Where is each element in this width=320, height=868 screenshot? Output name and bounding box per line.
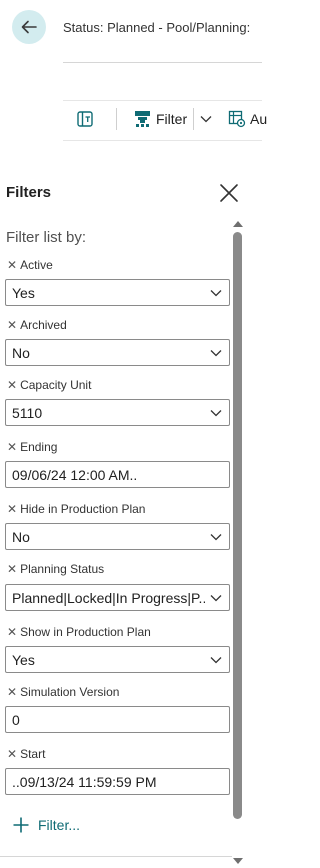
filter-button[interactable]: Filter bbox=[134, 108, 187, 130]
filter-value: 09/06/24 12:00 AM.. bbox=[12, 466, 138, 483]
filter-value: No bbox=[12, 528, 30, 545]
action-bar-bottom-divider bbox=[63, 140, 262, 141]
filter-capacity-unit-select[interactable]: 5110 bbox=[5, 399, 230, 426]
scroll-down-button[interactable] bbox=[232, 853, 244, 868]
remove-icon: ✕ bbox=[7, 625, 18, 639]
header-divider bbox=[63, 62, 262, 63]
filter-button-label: Filter bbox=[156, 111, 188, 127]
chevron-down-icon bbox=[210, 409, 222, 416]
filter-value: 0 bbox=[12, 711, 20, 728]
close-icon bbox=[220, 184, 238, 202]
filter-start-input[interactable]: ..09/13/24 11:59:59 PM bbox=[5, 768, 230, 795]
remove-filter-simulation-version[interactable]: ✕ Simulation Version bbox=[7, 685, 119, 699]
filter-value: Yes bbox=[12, 284, 35, 301]
filter-ending-input[interactable]: 09/06/24 12:00 AM.. bbox=[5, 461, 230, 488]
remove-filter-active[interactable]: ✕ Active bbox=[7, 258, 53, 272]
filter-active-select[interactable]: Yes bbox=[5, 279, 230, 306]
filter-value: ..09/13/24 11:59:59 PM bbox=[12, 773, 157, 790]
show-filter-pane-icon[interactable] bbox=[76, 110, 94, 133]
action-bar-separator bbox=[193, 108, 194, 130]
filter-label: Capacity Unit bbox=[20, 378, 92, 392]
chevron-down-icon bbox=[210, 594, 222, 601]
filter-value: Planned|Locked|In Progress|P... bbox=[12, 589, 205, 606]
action-bar-top-divider bbox=[63, 100, 262, 101]
filter-label: Active bbox=[20, 258, 53, 272]
filter-archived-select[interactable]: No bbox=[5, 339, 230, 366]
filter-simulation-version-input[interactable]: 0 bbox=[5, 706, 230, 733]
filter-pane-bottom-divider bbox=[0, 856, 232, 857]
remove-icon: ✕ bbox=[7, 562, 18, 576]
filter-label: Hide in Production Plan bbox=[20, 502, 146, 516]
filter-icon bbox=[135, 111, 150, 127]
remove-filter-planning-status[interactable]: ✕ Planning Status bbox=[7, 562, 104, 576]
remove-icon: ✕ bbox=[7, 502, 18, 516]
table-settings-icon bbox=[228, 110, 246, 128]
filter-label: Archived bbox=[20, 318, 67, 332]
filter-hide-in-production-plan-select[interactable]: No bbox=[5, 523, 230, 550]
remove-icon: ✕ bbox=[7, 685, 18, 699]
filter-pane-title: Filters bbox=[6, 184, 52, 201]
add-filter-label: Filter... bbox=[38, 817, 81, 833]
remove-icon: ✕ bbox=[7, 440, 18, 454]
filter-value: No bbox=[12, 344, 30, 361]
filter-list-by-heading: Filter list by: bbox=[6, 229, 87, 246]
remove-filter-start[interactable]: ✕ Start bbox=[7, 747, 45, 761]
filter-options-dropdown[interactable] bbox=[199, 112, 213, 131]
add-filter-button[interactable]: Filter... bbox=[12, 816, 80, 834]
remove-icon: ✕ bbox=[7, 258, 18, 272]
remove-filter-ending[interactable]: ✕ Ending bbox=[7, 440, 57, 454]
chevron-down-icon bbox=[210, 349, 222, 356]
filter-label: Start bbox=[20, 747, 46, 761]
chevron-down-icon bbox=[210, 656, 222, 663]
filter-planning-status-select[interactable]: Planned|Locked|In Progress|P... bbox=[5, 584, 230, 611]
page-title: Status: Planned - Pool/Planning: bbox=[63, 20, 251, 35]
triangle-up-icon bbox=[233, 221, 243, 227]
filter-value: Yes bbox=[12, 651, 35, 668]
filter-show-in-production-plan-select[interactable]: Yes bbox=[5, 646, 230, 673]
filter-label: Planning Status bbox=[20, 562, 105, 576]
remove-filter-show-in-production-plan[interactable]: ✕ Show in Production Plan bbox=[7, 625, 151, 639]
filter-value: 5110 bbox=[12, 404, 43, 421]
filter-label: Simulation Version bbox=[20, 685, 120, 699]
remove-icon: ✕ bbox=[7, 318, 18, 332]
chevron-down-icon bbox=[210, 289, 222, 296]
filter-label: Ending bbox=[20, 440, 58, 454]
remove-filter-capacity-unit[interactable]: ✕ Capacity Unit bbox=[7, 378, 91, 392]
back-button[interactable] bbox=[12, 10, 46, 44]
auto-action-label: Au bbox=[250, 111, 268, 127]
remove-filter-hide-in-production-plan[interactable]: ✕ Hide in Production Plan bbox=[7, 502, 145, 516]
chevron-down-icon bbox=[200, 116, 212, 123]
remove-filter-archived[interactable]: ✕ Archived bbox=[7, 318, 67, 332]
chevron-down-icon bbox=[210, 533, 222, 540]
auto-action-button[interactable]: Au bbox=[228, 108, 267, 130]
plus-icon bbox=[13, 817, 29, 833]
close-filter-pane-button[interactable] bbox=[219, 183, 239, 208]
scrollbar-thumb[interactable] bbox=[233, 232, 242, 819]
filter-label: Show in Production Plan bbox=[20, 625, 151, 639]
remove-icon: ✕ bbox=[7, 747, 18, 761]
remove-icon: ✕ bbox=[7, 378, 18, 392]
action-bar-separator bbox=[116, 108, 117, 130]
triangle-down-icon bbox=[233, 858, 243, 864]
arrow-left-icon bbox=[21, 20, 37, 34]
